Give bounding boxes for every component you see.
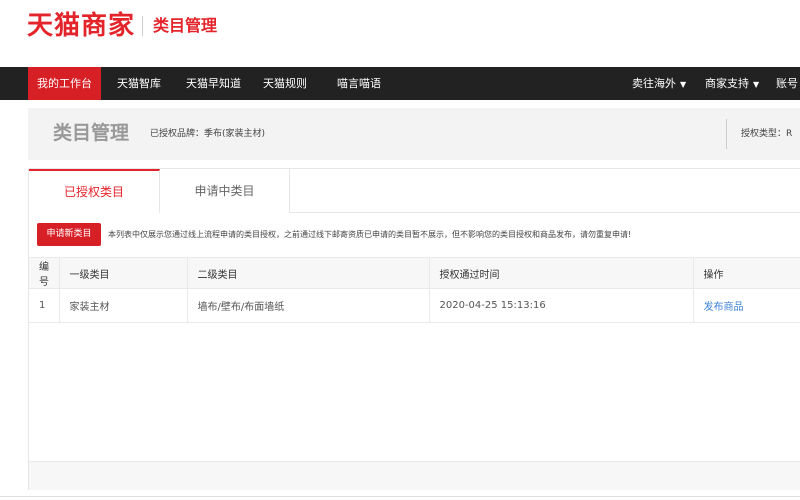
main-nav: 我的工作台 天猫智库 天猫早知道 天猫规则 喵言喵语 卖往海外 ▼ 商家支持 ▼ 账… <box>0 67 800 100</box>
cell-level1: 家装主材 <box>58 288 187 323</box>
nav-item-think-tank[interactable]: 天猫智库 <box>117 67 161 100</box>
bottom-divider <box>0 496 800 497</box>
category-card: 已授权类目 申请中类目 申请新类目 本列表中仅展示您通过线上流程申请的类目授权，… <box>28 168 800 490</box>
column-header-id: 编号 <box>29 257 59 289</box>
tab-pending-categories[interactable]: 申请中类目 <box>160 169 290 213</box>
nav-item-meow-talk[interactable]: 喵言喵语 <box>337 67 381 100</box>
nav-item-overseas-label: 卖往海外 <box>632 77 676 90</box>
column-header-level1: 一级类目 <box>58 257 187 289</box>
header-divider <box>142 16 143 36</box>
chevron-down-icon: ▼ <box>680 80 687 89</box>
nav-item-early-know[interactable]: 天猫早知道 <box>186 67 241 100</box>
column-header-level2: 二级类目 <box>186 257 429 289</box>
category-table: 编号 一级类目 二级类目 授权通过时间 操作 1 家装主材 墙布/壁布/布面墙纸… <box>29 257 800 323</box>
nav-item-support-label: 商家支持 <box>705 77 749 90</box>
authorization-type: 授权类型：R <box>741 129 793 139</box>
top-header: 天猫商家 类目管理 <box>0 0 800 67</box>
title-band-divider <box>726 119 727 149</box>
nav-item-merchant-support[interactable]: 商家支持 ▼ <box>705 67 759 100</box>
table-header-row: 编号 一级类目 二级类目 授权通过时间 操作 <box>29 257 800 289</box>
card-footer <box>29 461 800 490</box>
column-header-action: 操作 <box>692 257 800 289</box>
table-row: 1 家装主材 墙布/壁布/布面墙纸 2020-04-25 15:13:16 发布… <box>29 288 800 323</box>
page-title: 类目管理 <box>53 122 130 144</box>
apply-new-category-button[interactable]: 申请新类目 <box>37 223 101 246</box>
toolbar: 申请新类目 本列表中仅展示您通过线上流程申请的类目授权，之前通过线下邮寄资质已申… <box>29 213 800 257</box>
notice-text: 本列表中仅展示您通过线上流程申请的类目授权，之前通过线下邮寄资质已申请的类目暂不… <box>108 230 632 239</box>
tab-bar: 已授权类目 申请中类目 <box>29 169 800 213</box>
column-header-time: 授权通过时间 <box>428 257 693 289</box>
cell-level2: 墙布/壁布/布面墙纸 <box>186 288 429 323</box>
header-section-title: 类目管理 <box>153 16 218 35</box>
nav-item-overseas[interactable]: 卖往海外 ▼ <box>632 67 686 100</box>
page-title-band: 类目管理 已授权品牌：季布(家装主材) 授权类型：R <box>28 108 800 160</box>
cell-id: 1 <box>29 288 59 323</box>
cell-action: 发布商品 <box>692 288 800 323</box>
nav-item-account[interactable]: 账号 <box>776 67 798 100</box>
tab-authorized-categories[interactable]: 已授权类目 <box>29 169 160 213</box>
chevron-down-icon: ▼ <box>753 80 760 89</box>
nav-item-workbench[interactable]: 我的工作台 <box>28 67 101 100</box>
publish-product-link[interactable]: 发布商品 <box>704 302 744 313</box>
nav-item-rules[interactable]: 天猫规则 <box>263 67 307 100</box>
authorized-brand: 已授权品牌：季布(家装主材) <box>150 129 266 139</box>
cell-time: 2020-04-25 15:13:16 <box>428 288 693 323</box>
brand-logo[interactable]: 天猫商家 <box>27 9 135 43</box>
